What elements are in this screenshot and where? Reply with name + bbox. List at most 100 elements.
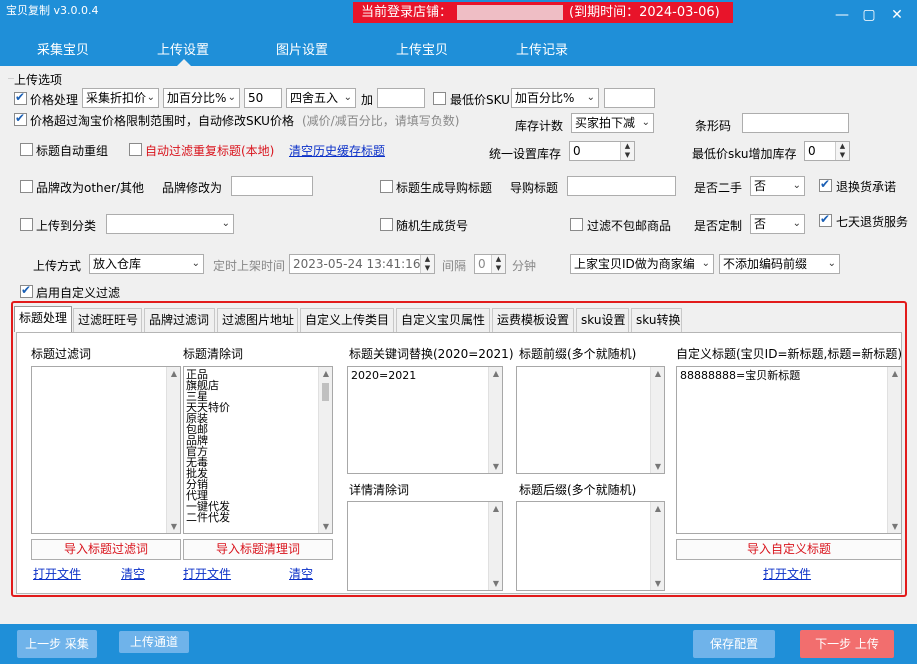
seven-day-checkbox[interactable]: [819, 214, 832, 227]
price-process-checkbox[interactable]: [14, 92, 27, 105]
scroll-thumb[interactable]: [322, 383, 329, 401]
brand-other-checkbox[interactable]: [20, 180, 33, 193]
tab-title-process[interactable]: 标题处理: [14, 306, 72, 332]
price-calc-select[interactable]: 加百分比% ⌄: [163, 88, 240, 108]
brand-change-input[interactable]: [231, 176, 313, 196]
filter-words-list[interactable]: ▲ ▼: [31, 366, 181, 534]
custom-made-select[interactable]: 否 ⌄: [750, 214, 805, 234]
clear-link[interactable]: 清空: [289, 565, 313, 582]
open-file-link[interactable]: 打开文件: [763, 565, 811, 582]
schedule-datetime[interactable]: 2023-05-24 13:41:16 ▲ ▼: [289, 254, 435, 274]
scroll-up-icon[interactable]: ▲: [319, 369, 332, 378]
nav-image-settings[interactable]: 图片设置: [276, 39, 328, 58]
scrollbar[interactable]: ▲ ▼: [166, 367, 180, 533]
min-price-select[interactable]: 加百分比% ⌄: [511, 88, 599, 108]
scroll-down-icon[interactable]: ▼: [319, 522, 332, 531]
stepper-arrows-icon[interactable]: ▲ ▼: [420, 255, 434, 273]
scrollbar[interactable]: ▲ ▼: [650, 367, 664, 473]
price-mode-select[interactable]: 采集折扣价 ⌄: [82, 88, 159, 108]
nav-upload-items[interactable]: 上传宝贝: [396, 39, 448, 58]
suffix-list[interactable]: ▲ ▼: [516, 501, 665, 591]
plus-input[interactable]: [377, 88, 425, 108]
stepper-arrows-icon[interactable]: ▲ ▼: [620, 142, 634, 160]
stock-count-select[interactable]: 买家拍下减 ⌄: [571, 113, 654, 133]
tab-filter-wangwang[interactable]: 过滤旺旺号: [73, 308, 142, 332]
clear-history-link[interactable]: 清空历史缓存标题: [289, 142, 385, 159]
custom-title-list[interactable]: 88888888=宝贝新标题 ▲ ▼: [676, 366, 902, 534]
min-price-checkbox[interactable]: [433, 92, 446, 105]
scroll-down-icon[interactable]: ▼: [651, 462, 664, 471]
scroll-down-icon[interactable]: ▼: [888, 522, 901, 531]
min-price-input[interactable]: [604, 88, 655, 108]
scrollbar[interactable]: ▲ ▼: [650, 502, 664, 590]
prefix-list[interactable]: ▲ ▼: [516, 366, 665, 474]
tab-shipping-template[interactable]: 运费模板设置: [492, 308, 574, 332]
code-prefix-select[interactable]: 不添加编码前缀 ⌄: [719, 254, 840, 274]
scrollbar[interactable]: ▲ ▼: [488, 502, 502, 590]
chevron-down-icon: ⌄: [146, 92, 155, 103]
open-file-link[interactable]: 打开文件: [183, 565, 231, 582]
scroll-down-icon[interactable]: ▼: [489, 579, 502, 588]
tab-custom-attributes[interactable]: 自定义宝贝属性: [396, 308, 490, 332]
nav-upload-records[interactable]: 上传记录: [516, 39, 568, 58]
tab-custom-category[interactable]: 自定义上传类目: [300, 308, 394, 332]
clear-link[interactable]: 清空: [121, 565, 145, 582]
price-value-input[interactable]: 50: [244, 88, 282, 108]
random-item-no-checkbox[interactable]: [380, 218, 393, 231]
scroll-up-icon[interactable]: ▲: [888, 369, 901, 378]
title-reorder-checkbox[interactable]: [20, 143, 33, 156]
scroll-down-icon[interactable]: ▼: [651, 579, 664, 588]
shop-name-redacted: [457, 5, 563, 20]
auto-filter-dup-checkbox[interactable]: [129, 143, 142, 156]
return-promise-checkbox[interactable]: [819, 179, 832, 192]
tab-sku-convert[interactable]: sku转换: [631, 308, 682, 332]
import-clear-words-button[interactable]: 导入标题清理词: [183, 539, 333, 560]
guide-title-input[interactable]: [567, 176, 676, 196]
scroll-up-icon[interactable]: ▲: [651, 504, 664, 513]
stepper-arrows-icon[interactable]: ▲ ▼: [835, 142, 849, 160]
unified-stock-stepper[interactable]: 0 ▲ ▼: [569, 141, 635, 161]
custom-filter-checkbox[interactable]: [20, 285, 33, 298]
scroll-up-icon[interactable]: ▲: [489, 504, 502, 513]
scrollbar[interactable]: ▲ ▼: [318, 367, 332, 533]
scroll-up-icon[interactable]: ▲: [651, 369, 664, 378]
maximize-icon[interactable]: ▢: [859, 8, 879, 24]
filter-no-free-checkbox[interactable]: [570, 218, 583, 231]
stepper-arrows-icon[interactable]: ▲ ▼: [491, 255, 505, 273]
prev-collect-button[interactable]: 上一步 采集: [17, 630, 97, 658]
scrollbar[interactable]: ▲ ▼: [887, 367, 901, 533]
scrollbar[interactable]: ▲ ▼: [488, 367, 502, 473]
upload-method-select[interactable]: 放入仓库 ⌄: [89, 254, 204, 274]
scroll-up-icon[interactable]: ▲: [167, 369, 180, 378]
detail-clear-list[interactable]: ▲ ▼: [347, 501, 503, 591]
gen-guide-title-checkbox[interactable]: [380, 180, 393, 193]
min-sku-stock-stepper[interactable]: 0 ▲ ▼: [804, 141, 850, 161]
minimize-icon[interactable]: —: [832, 8, 852, 24]
scroll-down-icon[interactable]: ▼: [167, 522, 180, 531]
import-custom-title-button[interactable]: 导入自定义标题: [676, 539, 902, 560]
import-filter-words-button[interactable]: 导入标题过滤词: [31, 539, 181, 560]
clear-words-list[interactable]: 正品 旗舰店 三星 天天特价 原装 包邮 品牌 官方 无毒 批发 分销 代理 一键代发 二件代发 ▲ ▼: [183, 366, 333, 534]
upload-category-select[interactable]: ⌄: [106, 214, 234, 234]
upload-category-checkbox[interactable]: [20, 218, 33, 231]
keyword-replace-list[interactable]: 2020=2021 ▲ ▼: [347, 366, 503, 474]
price-round-select[interactable]: 四舍五入 ⌄: [286, 88, 356, 108]
nav-collect[interactable]: 采集宝贝: [37, 39, 89, 58]
tab-brand-filter[interactable]: 品牌过滤词: [144, 308, 215, 332]
scroll-down-icon[interactable]: ▼: [489, 462, 502, 471]
list-item[interactable]: 二件代发: [186, 512, 332, 523]
tab-image-url-filter[interactable]: 过滤图片地址: [217, 308, 298, 332]
next-upload-button[interactable]: 下一步 上传: [800, 630, 894, 658]
merchant-code-select[interactable]: 上家宝贝ID做为商家编 ⌄: [570, 254, 714, 274]
open-file-link[interactable]: 打开文件: [33, 565, 81, 582]
save-config-button[interactable]: 保存配置: [693, 630, 775, 658]
nav-upload-settings[interactable]: 上传设置: [157, 39, 209, 58]
barcode-input[interactable]: [742, 113, 849, 133]
close-icon[interactable]: ✕: [887, 8, 907, 24]
scroll-up-icon[interactable]: ▲: [489, 369, 502, 378]
second-hand-select[interactable]: 否 ⌄: [750, 176, 805, 196]
interval-stepper[interactable]: 0 ▲ ▼: [474, 254, 506, 274]
tab-sku-settings[interactable]: sku设置: [576, 308, 629, 332]
upload-channel-button[interactable]: 上传通道: [119, 631, 189, 653]
over-limit-checkbox[interactable]: [14, 113, 27, 126]
